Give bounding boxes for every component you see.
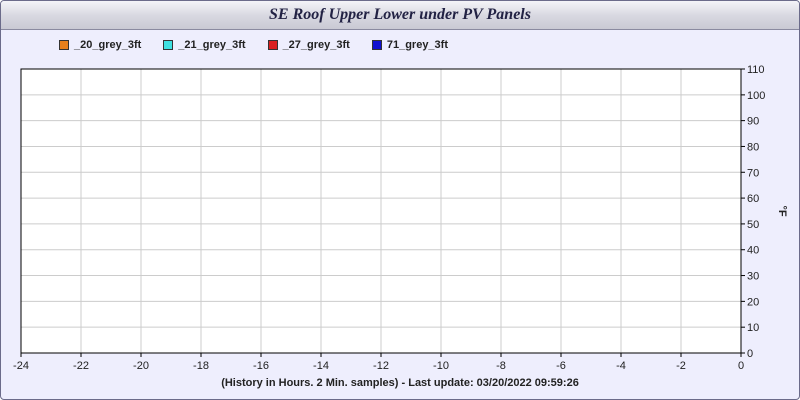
chart-frame: SE Roof Upper Lower under PV Panels _20_…: [0, 0, 800, 400]
x-tick-label: -24: [13, 360, 29, 372]
y-tick-label: 70: [747, 167, 759, 179]
x-tick-label: -12: [373, 360, 389, 372]
x-tick-label: -10: [433, 360, 449, 372]
y-tick-label: 50: [747, 219, 759, 231]
y-tick-label: 20: [747, 296, 759, 308]
y-tick-label: 60: [747, 193, 759, 205]
x-tick-label: -22: [73, 360, 89, 372]
y-tick-label: 100: [747, 90, 765, 102]
x-tick-label: -14: [313, 360, 329, 372]
y-tick-label: 40: [747, 245, 759, 257]
x-tick-label: 0: [738, 360, 744, 372]
x-axis-caption: (History in Hours. 2 Min. samples) - Las…: [221, 377, 579, 389]
x-tick-label: -2: [676, 360, 686, 372]
y-tick-label: 90: [747, 116, 759, 128]
x-tick-label: -6: [556, 360, 566, 372]
x-tick-label: -4: [616, 360, 626, 372]
chart-plot: -24 -22 -20 -18 -16 -14 -12 -10 -8 -6 -4 -2 00102030…: [13, 64, 788, 372]
y-tick-label: 30: [747, 271, 759, 283]
y-tick-label: 110: [747, 64, 765, 76]
y-axis-label: °F: [776, 205, 788, 216]
x-tick-label: -8: [496, 360, 506, 372]
x-tick-label: -18: [193, 360, 209, 372]
x-tick-label: -16: [253, 360, 269, 372]
x-tick-label: -20: [133, 360, 149, 372]
y-tick-label: 80: [747, 141, 759, 153]
y-tick-label: 0: [747, 348, 753, 360]
y-tick-label: 10: [747, 322, 759, 334]
